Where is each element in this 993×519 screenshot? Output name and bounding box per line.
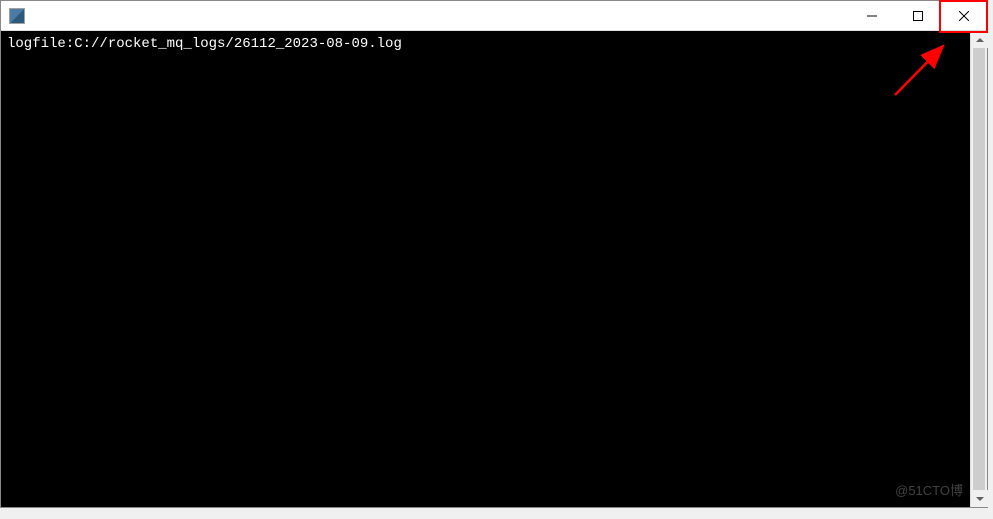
titlebar[interactable] xyxy=(1,1,987,31)
minimize-button[interactable] xyxy=(849,1,895,31)
console-area: logfile:C://rocket_mq_logs/26112_2023-08… xyxy=(1,31,987,507)
vertical-scrollbar[interactable] xyxy=(970,31,987,507)
maximize-button[interactable] xyxy=(895,1,941,31)
application-window: logfile:C://rocket_mq_logs/26112_2023-08… xyxy=(0,0,988,508)
console-output[interactable]: logfile:C://rocket_mq_logs/26112_2023-08… xyxy=(1,31,970,507)
scroll-down-arrow-icon[interactable] xyxy=(971,490,988,507)
scroll-thumb[interactable] xyxy=(973,48,985,490)
scroll-up-arrow-icon[interactable] xyxy=(971,31,988,48)
window-controls xyxy=(849,1,987,31)
close-button[interactable] xyxy=(941,1,987,31)
app-icon xyxy=(9,8,25,24)
scroll-track[interactable] xyxy=(971,48,987,490)
console-line: logfile:C://rocket_mq_logs/26112_2023-08… xyxy=(7,36,402,52)
